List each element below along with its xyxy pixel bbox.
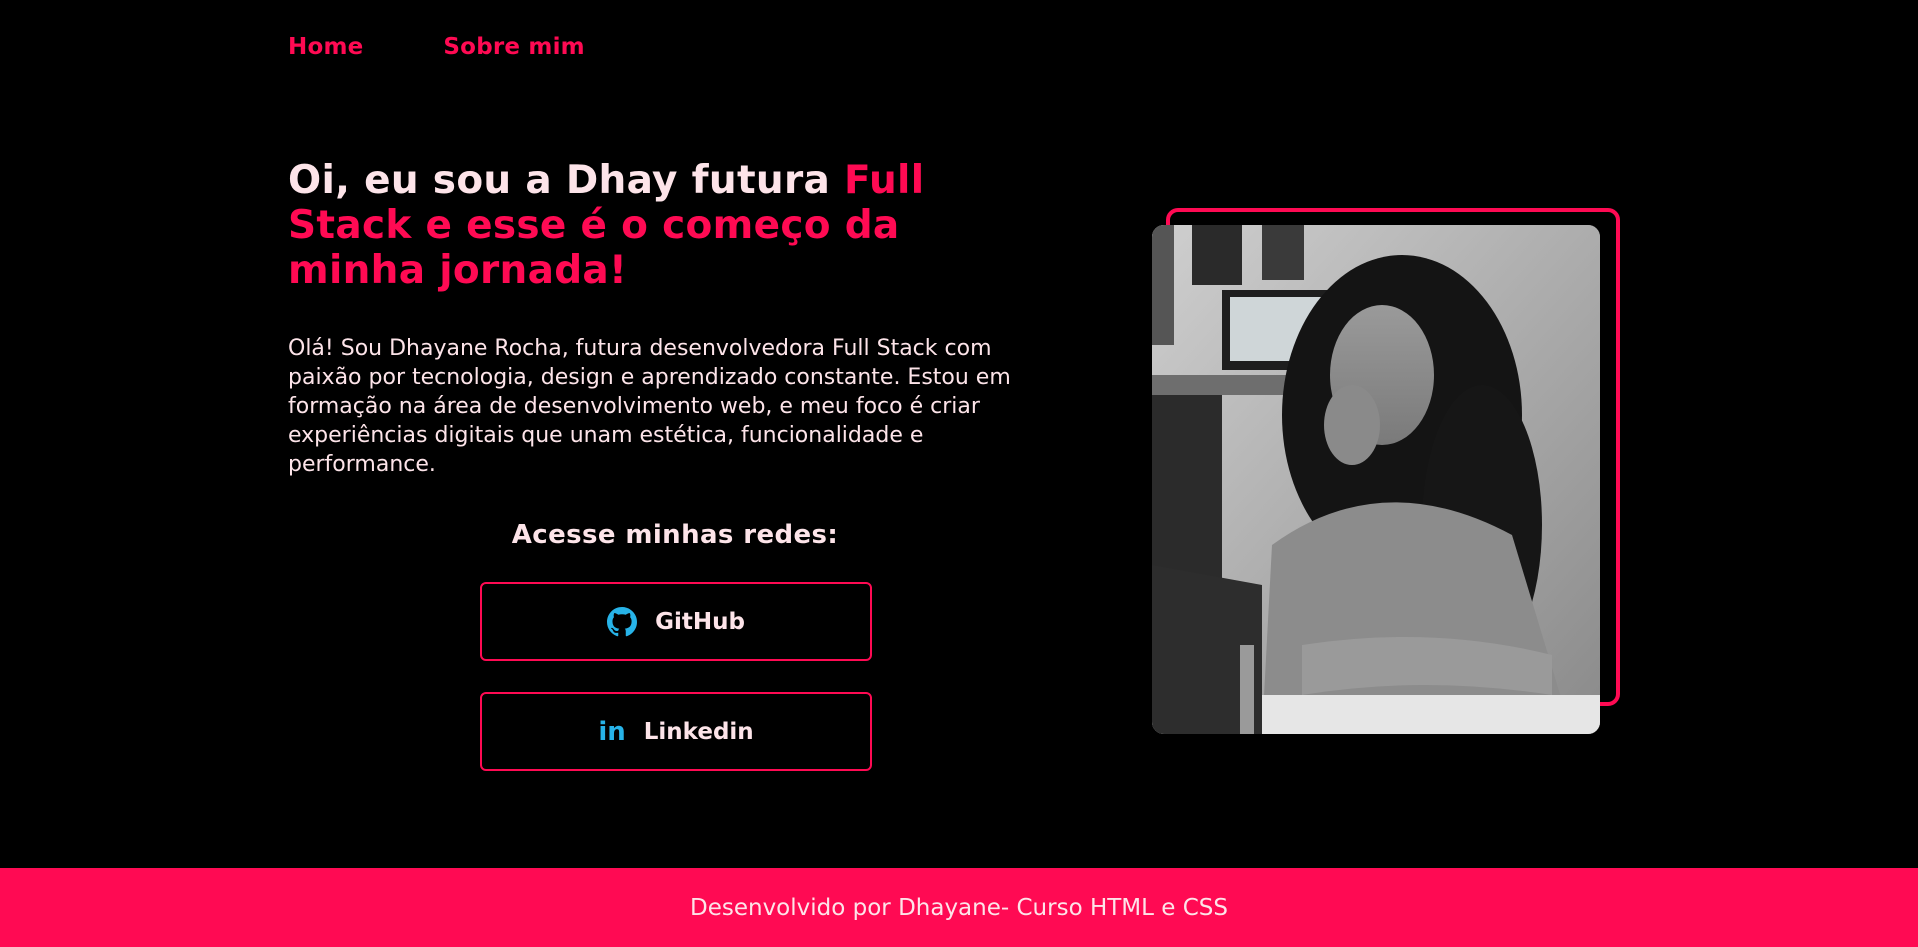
github-button-label: GitHub [655,608,745,635]
nav-link-sobre-mim[interactable]: Sobre mim [443,34,584,60]
profile-photo-illustration [1152,225,1600,734]
linkedin-icon: in [598,716,626,747]
hero-paragraph: Olá! Sou Dhayane Rocha, futura desenvolv… [288,336,1011,477]
top-nav: Home Sobre mim [288,34,585,60]
linkedin-button-label: Linkedin [643,718,754,745]
profile-photo [1152,225,1600,734]
footer-text: Desenvolvido por Dhayane- Curso HTML e C… [690,894,1228,921]
footer: Desenvolvido por Dhayane- Curso HTML e C… [0,868,1918,947]
github-icon [607,606,638,636]
hero-title: Oi, eu sou a Dhay futura Full Stack e es… [288,158,1008,293]
page: Home Sobre mim Oi, eu sou a Dhay futura … [0,0,1918,947]
hero-title-plain: Oi, eu sou a Dhay futura [288,158,844,203]
linkedin-button[interactable]: in Linkedin [480,692,872,771]
github-button[interactable]: GitHub [480,582,872,661]
social-title: Acesse minhas redes: [511,520,839,550]
nav-link-home[interactable]: Home [288,34,363,60]
